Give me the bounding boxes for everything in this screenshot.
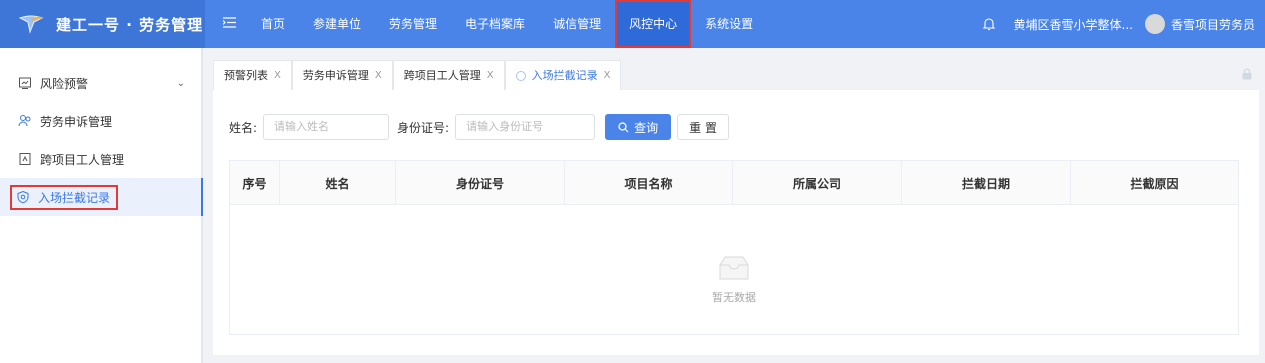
sidebar-item-entry-interception[interactable]: 入场拦截记录: [0, 178, 203, 216]
menu-toggle-icon[interactable]: [211, 16, 247, 32]
close-icon[interactable]: X: [274, 62, 281, 90]
empty-state: 暂无数据: [230, 205, 1238, 335]
sidebar-item-labor-appeal[interactable]: 劳务申诉管理: [0, 102, 201, 140]
name-input[interactable]: 请输入姓名: [263, 114, 390, 140]
tab-label: 劳务申诉管理: [302, 68, 369, 82]
org-name[interactable]: 黄埔区香雪小学整体...: [1014, 16, 1133, 33]
search-icon: [618, 121, 629, 132]
content-panel: 姓名: 请输入姓名 身份证号: 请输入身份证号 查询 重 置 序号 姓名 身份证…: [213, 90, 1259, 355]
col-id-number: 身份证号: [396, 161, 565, 205]
sidebar-item-label: 跨项目工人管理: [40, 152, 125, 167]
people-icon: [18, 115, 31, 127]
col-index: 序号: [230, 161, 280, 205]
tab-label: 入场拦截记录: [531, 68, 598, 82]
shield-icon: [17, 190, 29, 204]
chevron-down-icon[interactable]: ⌄: [177, 78, 185, 89]
tab-bar: 预警列表 X 劳务申诉管理 X 跨项目工人管理 X 入场拦截记录 X: [213, 60, 622, 90]
col-intercept-reason: 拦截原因: [1130, 176, 1179, 191]
name-label: 姓名:: [229, 120, 258, 135]
sidebar-item-label: 劳务申诉管理: [40, 114, 113, 129]
close-icon[interactable]: X: [487, 62, 494, 90]
close-icon[interactable]: X: [375, 62, 382, 90]
id-number-input[interactable]: 请输入身份证号: [455, 114, 596, 140]
lock-icon[interactable]: [1241, 68, 1253, 80]
nav-e-archive[interactable]: 电子档案库: [451, 0, 539, 48]
top-navbar: 建工一号 · 劳务管理 首页 参建单位 劳务管理 电子档案库 诚信管理 风控中心…: [0, 0, 1265, 48]
main-content: 预警列表 X 劳务申诉管理 X 跨项目工人管理 X 入场拦截记录 X 姓名: 请…: [205, 48, 1265, 363]
tab-labor-appeal[interactable]: 劳务申诉管理 X: [291, 60, 393, 90]
tab-warning-list[interactable]: 预警列表 X: [213, 60, 292, 90]
tab-label: 预警列表: [224, 68, 268, 82]
table-header: 序号 姓名 身份证号 项目名称 所属公司 拦截日期 拦截原因: [230, 161, 1238, 205]
reset-button[interactable]: 重 置: [677, 114, 730, 140]
search-form: 姓名: 请输入姓名 身份证号: 请输入身份证号 查询 重 置: [229, 114, 730, 140]
brand[interactable]: 建工一号 · 劳务管理: [0, 0, 205, 48]
tab-cross-project-workers[interactable]: 跨项目工人管理 X: [392, 60, 505, 90]
col-intercept-date: 拦截日期: [902, 161, 1071, 205]
nav-system-settings[interactable]: 系统设置: [691, 0, 767, 48]
logo-icon: [18, 15, 44, 34]
nav-participating-units[interactable]: 参建单位: [299, 0, 375, 48]
chart-icon: [19, 77, 31, 89]
sidebar: 风险预警 ⌄ 劳务申诉管理 跨项目工人管理 入场拦截记录: [0, 48, 203, 363]
sidebar-item-label: 风险预警: [40, 76, 89, 91]
loading-icon: [515, 70, 526, 81]
highlight-box: 入场拦截记录: [10, 184, 119, 210]
nav-risk-control-center[interactable]: 风控中心: [615, 0, 692, 48]
id-label: 身份证号:: [397, 120, 450, 135]
tab-label: 跨项目工人管理: [403, 68, 481, 82]
col-company: 所属公司: [733, 161, 902, 205]
header-right: 黄埔区香雪小学整体... 香雪项目劳务员: [982, 0, 1265, 48]
nav-labor-management[interactable]: 劳务管理: [375, 0, 451, 48]
col-name: 姓名: [280, 161, 396, 205]
records-table: 序号 姓名 身份证号 项目名称 所属公司 拦截日期 拦截原因 暂无数据: [229, 160, 1239, 335]
empty-text: 暂无数据: [712, 291, 756, 304]
app-title: 建工一号 · 劳务管理: [56, 15, 204, 34]
query-button[interactable]: 查询: [605, 114, 672, 140]
main-nav: 首页 参建单位 劳务管理 电子档案库 诚信管理 风控中心 系统设置: [247, 0, 767, 48]
nav-credit-management[interactable]: 诚信管理: [539, 0, 615, 48]
avatar[interactable]: [1144, 14, 1165, 34]
tab-entry-interception[interactable]: 入场拦截记录 X: [504, 60, 622, 90]
sidebar-item-label: 入场拦截记录: [38, 190, 111, 205]
query-button-label: 查询: [634, 120, 659, 135]
user-name[interactable]: 香雪项目劳务员: [1171, 16, 1255, 33]
sidebar-item-risk-warning[interactable]: 风险预警 ⌄: [0, 64, 201, 102]
close-icon[interactable]: X: [604, 62, 611, 90]
empty-box-icon: [719, 256, 749, 280]
sidebar-item-cross-project-workers[interactable]: 跨项目工人管理: [0, 140, 201, 178]
document-icon: [19, 153, 31, 165]
nav-home[interactable]: 首页: [247, 0, 299, 48]
bell-icon[interactable]: [982, 17, 996, 31]
col-project-name: 项目名称: [565, 161, 733, 205]
